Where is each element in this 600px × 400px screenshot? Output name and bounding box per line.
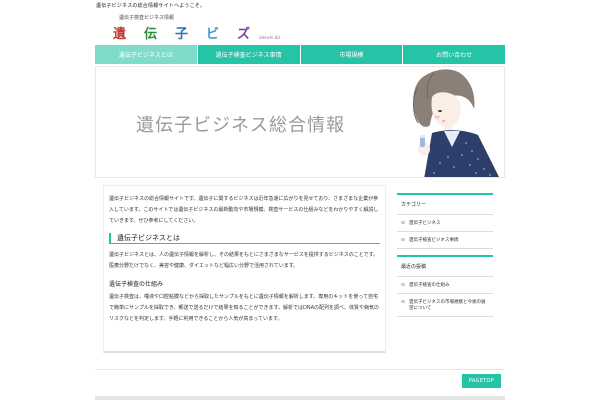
logo-char: 遺 [113,27,127,42]
bullet-icon [401,283,405,286]
widget-title: カテゴリー [397,193,493,215]
sidebar-link[interactable]: 遺伝子検査ビジネス事情 [397,232,493,249]
section-heading-about: 遺伝子ビジネスとは [109,233,380,244]
logo-text: 遺伝子ビズ [113,23,268,42]
nav-item-testing-business[interactable]: 遺伝子検査ビジネス事情 [198,45,301,64]
logo-tagline: 遺伝子検査ビジネス情報 [119,15,175,21]
sidebar-link[interactable]: 遺伝子ビジネス [397,215,493,232]
bullet-icon [401,221,405,224]
nav-item-about[interactable]: 遺伝子ビジネスとは [95,45,198,64]
nav-item-contact[interactable]: お問い合わせ [403,45,505,64]
logo-url: idenshi.biz [259,35,281,40]
sidebar-link-label: 遺伝子ビジネスの市場規模と今後の展望について [409,300,486,311]
footer-bar [95,396,505,400]
intro-paragraph: 遺伝子ビジネスの総合情報サイトです。遺伝子に関するビジネスは近年急速に広がりを見… [109,196,379,224]
section-paragraph: 遺伝子ビジネスとは、人の遺伝子情報を解析し、その結果をもとにさまざまなサービスを… [109,252,379,269]
site-logo[interactable]: 遺伝子検査ビジネス情報 遺伝子ビズ idenshi.biz [113,14,280,42]
hero-illustration-girl [404,67,504,177]
sidebar-link-label: 遺伝子検査ビジネス事情 [409,238,459,243]
hero-banner: 遺伝子ビジネス総合情報 [95,66,505,178]
logo-char: 伝 [144,27,158,42]
global-nav: 遺伝子ビジネスとは 遺伝子検査ビジネス事情 市場規模 お問い合わせ [95,45,505,64]
sidebar-link-label: 遺伝子検査の仕組み [409,283,450,288]
widget-categories: カテゴリー 遺伝子ビジネス 遺伝子検査ビジネス事情 [397,193,493,249]
subsection-paragraph: 遺伝子検査は、唾液や口腔粘膜などから採取したサンプルをもとに遺伝子情報を解析しま… [109,294,380,322]
nav-item-market-size[interactable]: 市場規模 [301,45,404,64]
sidebar-link[interactable]: 遺伝子ビジネスの市場規模と今後の展望について [397,294,493,317]
widget-title: 最近の投稿 [397,255,493,277]
logo-char: 子 [175,27,189,42]
sidebar-link-label: 遺伝子ビジネス [409,221,441,226]
site-description: 遺伝子ビジネスの総合情報サイトへようこそ。 [96,3,206,9]
sidebar: カテゴリー 遺伝子ビジネス 遺伝子検査ビジネス事情 最近の投稿 遺伝子検査の仕組… [397,193,493,323]
footer [95,369,505,393]
subsection-heading: 遺伝子検査の仕組み [109,281,164,288]
hero-title: 遺伝子ビジネス総合情報 [136,115,345,136]
sidebar-link[interactable]: 遺伝子検査の仕組み [397,277,493,294]
main-content: 遺伝子ビジネスの総合情報サイトです。遺伝子に関するビジネスは近年急速に広がりを見… [103,185,386,353]
logo-char: ビ [206,27,220,42]
bullet-icon [401,300,405,303]
pagetop-button[interactable]: PAGETOP [462,374,501,388]
widget-recent-posts: 最近の投稿 遺伝子検査の仕組み 遺伝子ビジネスの市場規模と今後の展望について [397,255,493,317]
bullet-icon [401,238,405,241]
